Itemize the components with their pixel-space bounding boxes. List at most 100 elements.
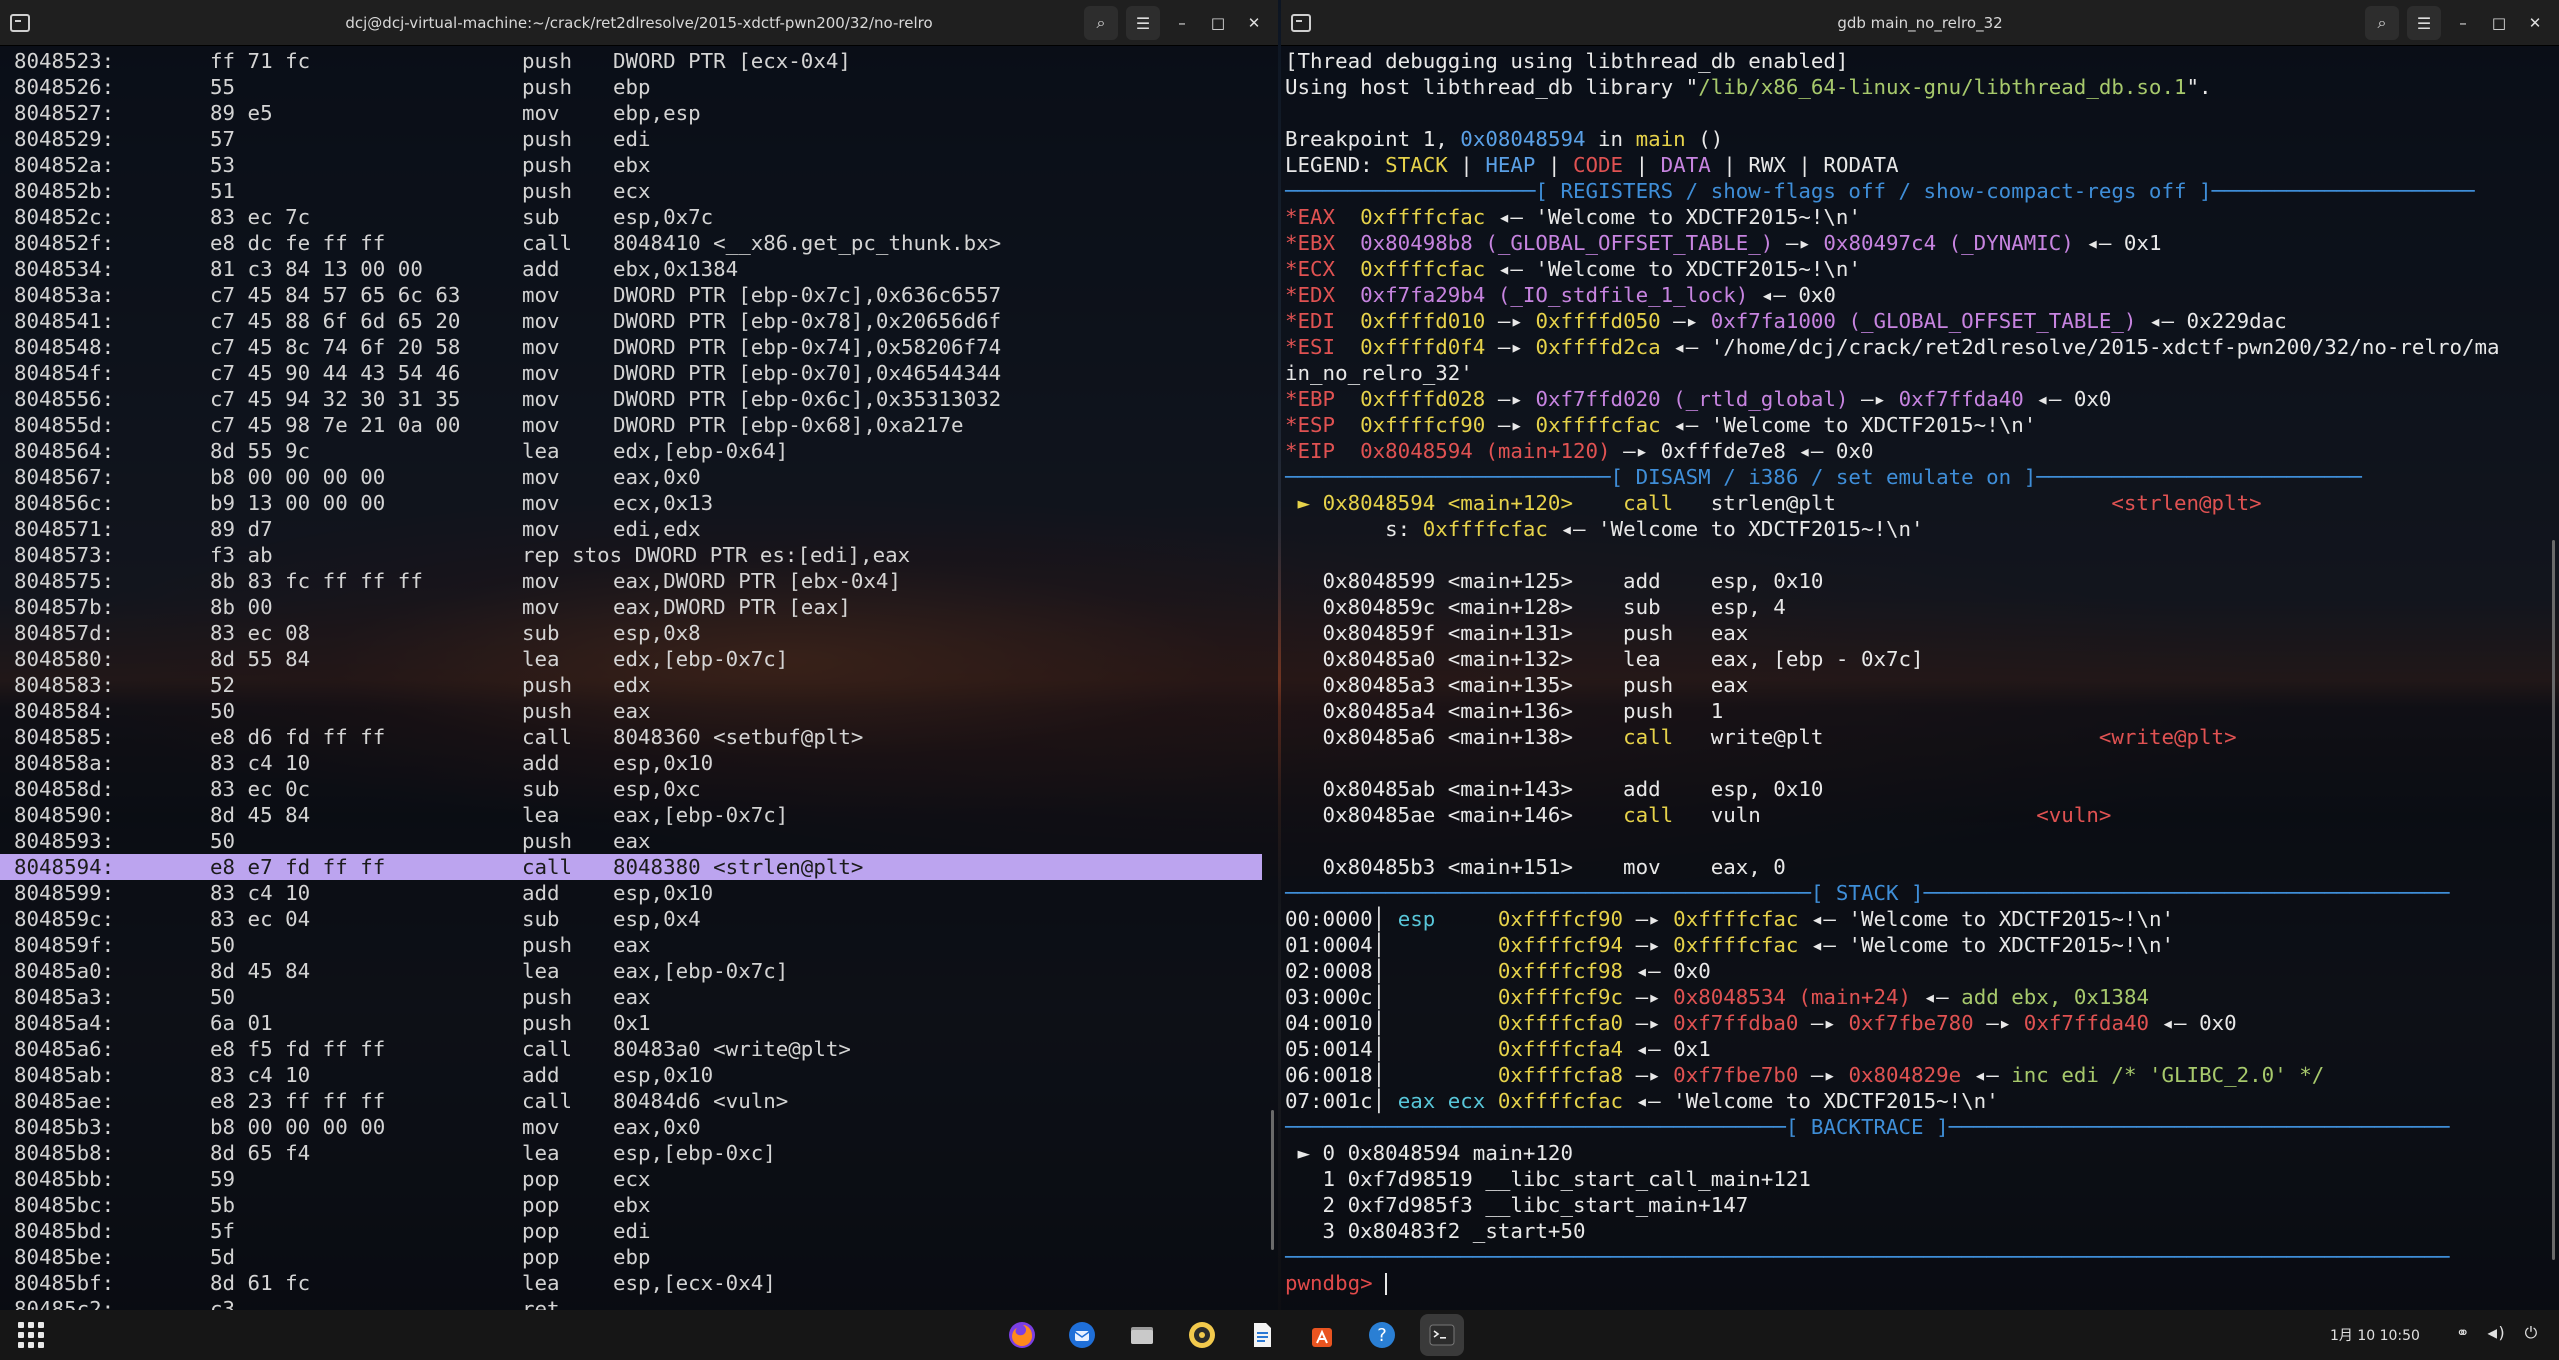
asm-row: 8048541: c7 45 88 6f 6d 65 20 mov DWORD PTR… (0, 308, 1278, 334)
terminal-window-objdump[interactable]: dcj@dcj-virtual-machine:~/crack/ret2dlre… (0, 0, 1278, 1310)
close-icon[interactable]: ✕ (2521, 9, 2549, 37)
asm-operands: esp,0x7c (613, 205, 714, 229)
gdb-text: | (1535, 153, 1573, 177)
gdb-text: 0xffffcfac (1422, 517, 1548, 541)
gdb-text: 01:0004│ (1285, 933, 1498, 957)
asm-mnemonic: lea (522, 959, 560, 983)
minimize-icon[interactable]: – (1168, 9, 1196, 37)
gdb-text: ► 0 0x8048594 main+120 (1285, 1141, 1573, 1165)
show-apps-icon[interactable] (18, 1322, 44, 1348)
gdb-text: Using host libthread_db library " (1285, 75, 1699, 99)
text-cursor[interactable] (1385, 1273, 1388, 1295)
asm-row: 8048564: 8d 55 9c lea edx,[ebp-0x64] (0, 438, 1278, 464)
asm-row: 804854f: c7 45 90 44 43 54 46 mov DWORD PTR… (0, 360, 1278, 386)
gdb-text: 3 0x80483f2 _start+50 (1285, 1219, 1586, 1243)
asm-operands: eax,0x0 (613, 1115, 701, 1139)
thunderbird-icon[interactable] (1060, 1314, 1104, 1356)
asm-operands: DWORD PTR [ecx-0x4] (613, 49, 851, 73)
menu-icon[interactable]: ☰ (2407, 6, 2441, 40)
asm-address: 80485a6: (14, 1037, 115, 1061)
asm-mnemonic: add (522, 881, 560, 905)
asm-address: 80485ab: (14, 1063, 115, 1087)
menu-icon[interactable]: ☰ (1126, 6, 1160, 40)
gdb-text: 0xffffcfac (1673, 933, 1799, 957)
maximize-icon[interactable]: □ (2485, 9, 2513, 37)
terminal-window-gdb[interactable]: gdb main_no_relro_32 ⌕ ☰ – □ ✕ [Thread d… (1281, 0, 2559, 1310)
svg-text:?: ? (1377, 1325, 1387, 1346)
gdb-text: ◂— 0x0 (2149, 1011, 2237, 1035)
asm-operands: ebx (613, 1193, 651, 1217)
gdb-text: ◂— 'Welcome to XDCTF2015~!\n' (1660, 413, 2037, 437)
writer-icon[interactable] (1240, 1314, 1284, 1356)
gdb-text: —▸ (1798, 1063, 1849, 1087)
asm-operands: DWORD PTR [ebp-0x68],0xa217e (613, 413, 964, 437)
asm-address: 8048583: (14, 673, 115, 697)
asm-operands: esp,0x10 (613, 1063, 714, 1087)
power-icon[interactable]: ⏻ (2525, 1323, 2538, 1343)
gdb-line (1281, 100, 2559, 126)
titlebar[interactable]: gdb main_no_relro_32 ⌕ ☰ – □ ✕ (1281, 0, 2559, 46)
asm-address: 8048564: (14, 439, 115, 463)
gdb-text: vuln (1673, 803, 2037, 827)
asm-row: 804858d: 83 ec 0c sub esp,0xc (0, 776, 1278, 802)
asm-row: 80485a4: 6a 01 push 0x1 (0, 1010, 1278, 1036)
asm-mnemonic: pop (522, 1167, 560, 1191)
asm-mnemonic: call (522, 725, 573, 749)
maximize-icon[interactable]: □ (1204, 9, 1232, 37)
scrollbar[interactable] (1271, 1110, 1274, 1250)
asm-mnemonic: mov (522, 517, 560, 541)
gdb-line: 0x8048599 <main+125> add esp, 0x10 (1281, 568, 2559, 594)
titlebar[interactable]: dcj@dcj-virtual-machine:~/crack/ret2dlre… (0, 0, 1278, 46)
asm-row: 8048527: 89 e5 mov ebp,esp (0, 100, 1278, 126)
gdb-text: —▸ (1623, 1063, 1674, 1087)
new-tab-icon[interactable] (0, 0, 40, 46)
asm-address: 8048584: (14, 699, 115, 723)
asm-operands: ebx,0x1384 (613, 257, 739, 281)
asm-mnemonic: sub (522, 205, 560, 229)
scrollbar[interactable] (2552, 540, 2555, 1260)
volume-icon[interactable]: ◀) (2487, 1323, 2506, 1343)
gdb-text: <vuln> (2036, 803, 2112, 827)
asm-bytes: 8d 65 f4 (210, 1141, 311, 1165)
gdb-output[interactable]: [Thread debugging using libthread_db ena… (1281, 48, 2559, 1310)
rhythmbox-icon[interactable] (1180, 1314, 1224, 1356)
minimize-icon[interactable]: – (2449, 9, 2477, 37)
gdb-text: 0x80485ab <main+143> add esp, 0x10 (1285, 777, 1824, 801)
asm-bytes: 8d 45 84 (210, 959, 311, 983)
gdb-text: 0xffffcf9c (1497, 985, 1624, 1009)
search-icon[interactable]: ⌕ (2365, 6, 2399, 40)
gdb-text: strlen@plt (1673, 491, 2112, 515)
disassembly-output[interactable]: 8048523: ff 71 fc push DWORD PTR [ecx-0x4] 8… (0, 48, 1278, 1310)
asm-row: 8048523: ff 71 fc push DWORD PTR [ecx-0x4] (0, 48, 1278, 74)
gdb-line: 0x80485a4 <main+136> push 1 (1281, 698, 2559, 724)
close-icon[interactable]: ✕ (1240, 9, 1268, 37)
firefox-icon[interactable] (1000, 1314, 1044, 1356)
gdb-text: 07:001c│ (1285, 1089, 1398, 1113)
asm-bytes: ff 71 fc (210, 49, 311, 73)
terminal-icon[interactable] (1420, 1314, 1464, 1356)
asm-row: 8048567: b8 00 00 00 00 mov eax,0x0 (0, 464, 1278, 490)
asm-bytes: 8b 83 fc ff ff ff (210, 569, 423, 593)
gdb-line: *EBX 0x80498b8 (_GLOBAL_OFFSET_TABLE_) —… (1281, 230, 2559, 256)
gdb-line: *EBP 0xffffd028 —▸ 0xf7ffd020 (_rtld_glo… (1281, 386, 2559, 412)
clock[interactable]: 1月 10 10:50 (2330, 1325, 2420, 1345)
app-center-icon[interactable] (1300, 1314, 1344, 1356)
gdb-text: 0xf7fa29b4 (_IO_stdfile_1_lock) (1360, 283, 1749, 307)
asm-bytes: 83 ec 0c (210, 777, 311, 801)
files-icon[interactable] (1120, 1314, 1164, 1356)
gdb-line: 0x80485a3 <main+135> push eax (1281, 672, 2559, 698)
network-icon[interactable]: ⚭ (2456, 1323, 2469, 1343)
asm-bytes: 83 c4 10 (210, 881, 311, 905)
help-icon[interactable]: ? (1360, 1314, 1404, 1356)
asm-mnemonic: lea (522, 803, 560, 827)
asm-operands: eax (613, 985, 651, 1009)
asm-row: 804859f: 50 push eax (0, 932, 1278, 958)
gdb-text: ◂— 0x0 (1748, 283, 1836, 307)
gdb-text: 0x08048594 (1460, 127, 1586, 151)
new-tab-icon[interactable] (1281, 0, 1321, 46)
system-tray[interactable]: ⚭ ◀) ⏻ (2456, 1323, 2537, 1343)
gdb-text: [Thread debugging using libthread_db ena… (1285, 49, 1849, 73)
gdb-text: *EDI (1285, 309, 1361, 333)
search-icon[interactable]: ⌕ (1084, 6, 1118, 40)
asm-mnemonic: mov (522, 491, 560, 515)
